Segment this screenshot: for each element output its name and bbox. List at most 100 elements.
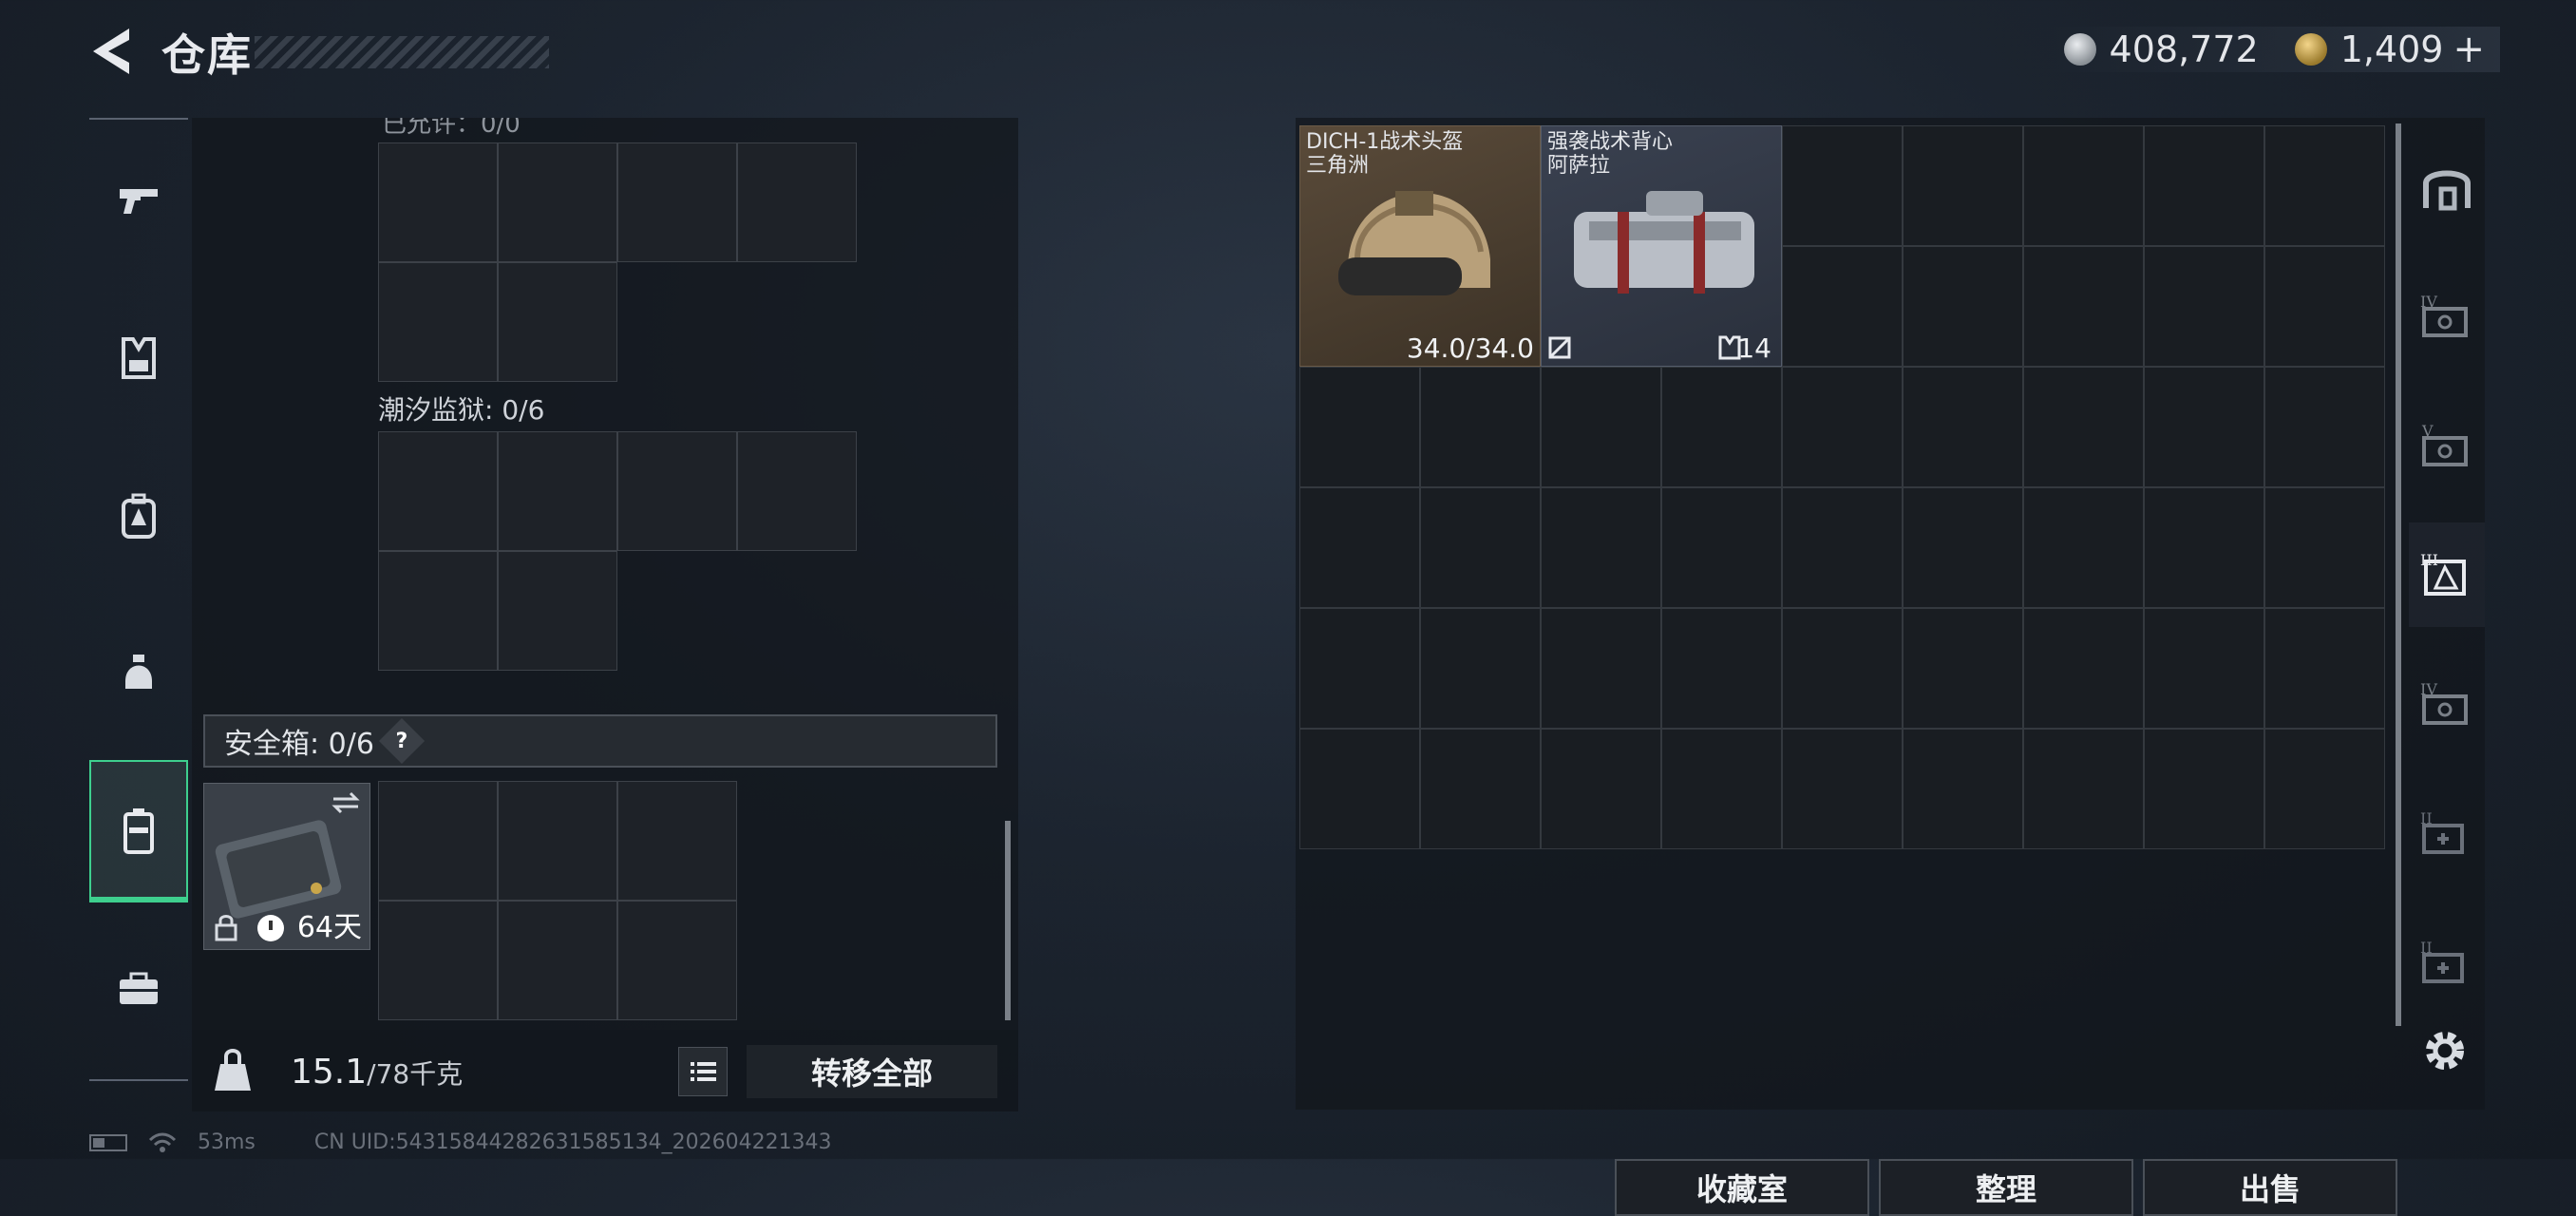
help-icon[interactable]: ? [378, 717, 425, 765]
tab-add-case-ii-2[interactable]: II [2409, 910, 2485, 1015]
warehouse-cell[interactable] [2144, 729, 2264, 849]
transfer-all-button[interactable]: 转移全部 [747, 1045, 997, 1098]
rail-weapons[interactable] [89, 129, 188, 272]
warehouse-cell[interactable] [1420, 367, 1541, 487]
warehouse-cell[interactable] [1661, 487, 1782, 608]
warehouse-cell[interactable] [1903, 729, 2023, 849]
warehouse-cell[interactable] [2144, 246, 2264, 367]
grid-cell[interactable] [737, 431, 857, 551]
tab-add-case-ii-1[interactable]: II [2409, 781, 2485, 885]
add-currency-button[interactable]: + [2453, 28, 2485, 71]
warehouse-cell[interactable] [1903, 246, 2023, 367]
grid-cell[interactable] [498, 431, 617, 551]
rail-toolbox[interactable] [89, 918, 188, 1060]
rail-safe-box[interactable] [89, 760, 188, 902]
warehouse-cell[interactable] [1661, 608, 1782, 729]
warehouse-cell[interactable] [2264, 729, 2385, 849]
warehouse-cell[interactable] [1420, 729, 1541, 849]
grid-cell[interactable] [378, 142, 498, 262]
warehouse-cell[interactable] [1782, 367, 1903, 487]
warehouse-cell[interactable] [1661, 367, 1782, 487]
warehouse-cell[interactable] [1541, 729, 1661, 849]
collection-room-button[interactable]: 收藏室 [1615, 1159, 1869, 1216]
warehouse-cell[interactable] [1782, 125, 1903, 246]
tab-case-iii-active[interactable]: III [2409, 522, 2485, 627]
grid-cell[interactable] [378, 551, 498, 671]
warehouse-cell[interactable] [2144, 487, 2264, 608]
tab-case-iv-2[interactable]: IV [2409, 652, 2485, 756]
grid-cell[interactable] [498, 781, 617, 901]
grid-cell[interactable] [378, 901, 498, 1020]
warehouse-cell[interactable] [2023, 246, 2144, 367]
back-arrow-icon[interactable] [85, 25, 139, 78]
warehouse-cell[interactable] [2264, 125, 2385, 246]
grid-cell[interactable] [617, 901, 737, 1020]
item-helmet[interactable]: DICH-1战术头盔 三角洲 34.0/34.0 [1299, 125, 1541, 367]
warehouse-cell[interactable] [1299, 367, 1420, 487]
battery-icon [89, 1133, 127, 1151]
item-vest[interactable]: 强袭战术背心 阿萨拉 14 [1541, 125, 1782, 367]
rail-armor[interactable] [89, 287, 188, 429]
warehouse-cell[interactable] [1299, 608, 1420, 729]
warehouse-cell[interactable] [1420, 487, 1541, 608]
warehouse-cell[interactable] [1782, 487, 1903, 608]
warehouse-cell[interactable] [1903, 487, 2023, 608]
tab-case-v[interactable]: V [2409, 393, 2485, 498]
organize-button[interactable]: 整理 [1879, 1159, 2133, 1216]
list-view-button[interactable] [678, 1047, 728, 1096]
ping-readout: 53ms [198, 1130, 256, 1154]
grid-cell[interactable] [378, 262, 498, 382]
warehouse-cell[interactable] [1541, 367, 1661, 487]
rail-helmet[interactable] [89, 602, 188, 745]
warehouse-cell[interactable] [1299, 487, 1420, 608]
grid-cell[interactable] [617, 781, 737, 901]
warehouse-cell[interactable] [1903, 367, 2023, 487]
warehouse-tab-rail: IV V III IV II II [2409, 118, 2485, 1030]
warehouse-cell[interactable] [2023, 487, 2144, 608]
warehouse-cell[interactable] [1541, 487, 1661, 608]
case-tier-iv-icon: IV [2420, 680, 2468, 725]
safe-box-item[interactable]: 64天 [203, 783, 370, 950]
grid-cell[interactable] [498, 262, 617, 382]
currency-display[interactable]: 408,772 1,409 + [2044, 27, 2500, 72]
grid-cell[interactable] [498, 142, 617, 262]
warehouse-cell[interactable] [2023, 608, 2144, 729]
warehouse-cell[interactable] [2144, 367, 2264, 487]
left-scrollbar[interactable] [1005, 821, 1011, 1020]
warehouse-cell[interactable] [2023, 729, 2144, 849]
sell-button[interactable]: 出售 [2143, 1159, 2397, 1216]
warehouse-cell[interactable] [1782, 608, 1903, 729]
warehouse-cell[interactable] [1299, 729, 1420, 849]
warehouse-cell[interactable] [2264, 487, 2385, 608]
warehouse-cell[interactable] [1782, 246, 1903, 367]
grid-cell[interactable] [498, 551, 617, 671]
gear-icon[interactable] [2416, 1022, 2473, 1079]
warehouse-cell[interactable] [2264, 367, 2385, 487]
grid-cell[interactable] [378, 431, 498, 551]
warehouse-cell[interactable] [1903, 608, 2023, 729]
vest-origin: 阿萨拉 [1547, 154, 1611, 178]
tab-main-warehouse[interactable] [2409, 135, 2485, 239]
warehouse-cell[interactable] [1782, 729, 1903, 849]
warehouse-cell[interactable] [2023, 367, 2144, 487]
swap-icon[interactable] [330, 789, 362, 816]
warehouse-cell[interactable] [2264, 246, 2385, 367]
warehouse-cell[interactable] [1420, 608, 1541, 729]
warehouse-cell[interactable] [1903, 125, 2023, 246]
grid-cell[interactable] [737, 142, 857, 262]
right-scrollbar[interactable] [2396, 124, 2401, 1026]
warehouse-cell[interactable] [2144, 608, 2264, 729]
warehouse-cell[interactable] [2023, 125, 2144, 246]
warehouse-cell[interactable] [1661, 729, 1782, 849]
warehouse-cell[interactable] [1541, 608, 1661, 729]
warehouse-cell[interactable] [2144, 125, 2264, 246]
warehouse-cell[interactable] [2264, 608, 2385, 729]
tab-case-iv-1[interactable]: IV [2409, 264, 2485, 369]
rail-backpack[interactable] [89, 445, 188, 587]
grid-cell[interactable] [617, 142, 737, 262]
safe-box-icon [123, 808, 154, 854]
grid-cell[interactable] [617, 431, 737, 551]
grid-cell[interactable] [498, 901, 617, 1020]
weight-icon [215, 1049, 251, 1091]
grid-cell[interactable] [378, 781, 498, 901]
